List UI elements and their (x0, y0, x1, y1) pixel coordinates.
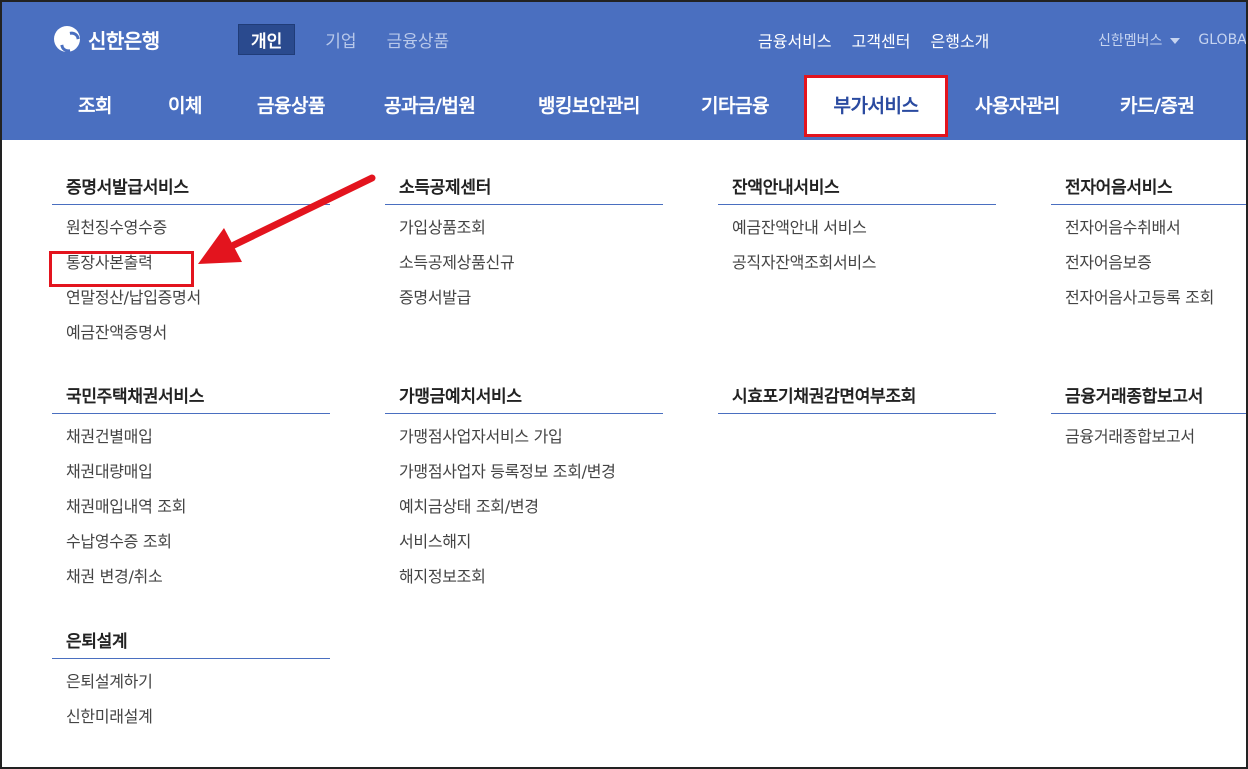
annotation-arrow-icon (198, 174, 376, 264)
screenshot-frame: 신한은행 개인 기업 금융상품 금융서비스 고객센터 은행소개 신한멤버스 GL… (0, 0, 1248, 769)
